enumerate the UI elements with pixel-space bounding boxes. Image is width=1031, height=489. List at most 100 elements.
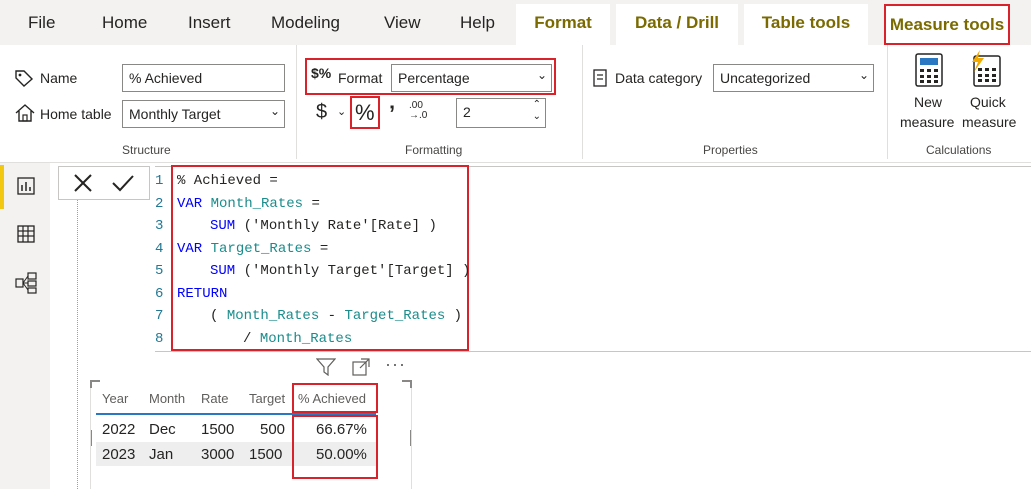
chevron-up-icon[interactable]: ⌃: [533, 99, 541, 110]
cell-target: 1500: [249, 446, 283, 463]
line-number: 4: [155, 240, 164, 257]
variable: Month_Rates: [226, 308, 320, 324]
cell-year: 2022: [102, 421, 136, 438]
chevron-down-icon: ⌄: [269, 104, 280, 118]
chevron-down-icon: ⌄: [858, 68, 869, 82]
code-lines: % Achieved = VAR Month_Rates = SUM ('Mon…: [177, 170, 470, 350]
focus-mode-icon[interactable]: [352, 358, 370, 376]
menu-insert[interactable]: Insert: [188, 0, 231, 45]
code-text: ('Monthly Rate'[Rate] ): [235, 218, 437, 234]
model-view-icon[interactable]: [15, 272, 37, 294]
column-header-month[interactable]: Month: [149, 391, 185, 406]
group-separator: [582, 45, 583, 159]
line-numbers: 1 2 3 4 5 6 7 8: [155, 170, 169, 350]
achieved-values-highlight-box: [292, 415, 378, 479]
code-text: -: [319, 308, 345, 324]
format-select[interactable]: Percentage ⌄: [391, 64, 552, 92]
code-line-7: ( Month_Rates - Target_Rates ): [177, 305, 470, 328]
line-number: 7: [155, 308, 164, 324]
cell-rate: 3000: [201, 446, 235, 463]
group-label-properties: Properties: [703, 143, 758, 157]
new-measure-line2[interactable]: measure: [900, 114, 954, 130]
visual-border: [90, 388, 91, 489]
visual-border: [411, 388, 412, 489]
function: SUM: [210, 218, 236, 234]
code-line-2: VAR Month_Rates =: [177, 193, 470, 216]
comma-style-icon[interactable]: ’: [389, 101, 395, 127]
home-table-select[interactable]: Monthly Target ⌄: [122, 100, 285, 128]
percent-icon[interactable]: %: [355, 100, 375, 126]
keyword: VAR: [177, 240, 203, 257]
currency-icon[interactable]: $: [316, 101, 327, 124]
active-view-indicator: [0, 165, 4, 209]
menu-home[interactable]: Home: [102, 0, 147, 45]
column-header-rate[interactable]: Rate: [201, 391, 228, 406]
left-rail: [0, 163, 50, 489]
code-text: =: [303, 195, 320, 212]
code-text: /: [243, 330, 260, 347]
tag-icon: [15, 70, 34, 87]
group-label-formatting: Formatting: [405, 143, 463, 157]
calculator-icon[interactable]: [914, 52, 944, 88]
canvas-page-border: [77, 188, 78, 489]
code-text: (: [210, 308, 227, 324]
chevron-down-icon[interactable]: ⌄: [337, 105, 346, 118]
data-category-label: Data category: [615, 70, 703, 86]
code-text: ('Monthly Target'[Target] ): [235, 263, 471, 279]
line-number: 5: [155, 263, 164, 279]
variable: Month_Rates: [259, 330, 353, 347]
chevron-down-icon[interactable]: ⌄: [533, 111, 541, 122]
resize-handle[interactable]: [402, 380, 412, 388]
tab-measure-tools[interactable]: Measure tools: [884, 4, 1010, 45]
column-header-year[interactable]: Year: [102, 391, 128, 406]
home-icon: [15, 104, 35, 122]
formula-commit-box: [58, 166, 150, 200]
decimals-stepper[interactable]: 2 ⌃ ⌄: [456, 98, 546, 128]
code-text: =: [311, 240, 329, 257]
menu-bar: File Home Insert Modeling View Help Form…: [0, 0, 1031, 45]
report-view-icon[interactable]: [16, 176, 36, 196]
group-label-calculations: Calculations: [926, 143, 992, 157]
column-header-target[interactable]: Target: [249, 391, 285, 406]
code-line-6: RETURN: [177, 283, 470, 306]
data-category-value: Uncategorized: [720, 70, 811, 86]
more-options-icon[interactable]: ···: [385, 354, 406, 375]
check-icon[interactable]: [111, 173, 135, 193]
cell-month: Dec: [149, 421, 176, 438]
close-icon[interactable]: [73, 173, 93, 193]
menu-help[interactable]: Help: [460, 0, 495, 45]
line-number: 3: [155, 218, 164, 234]
table-view-icon[interactable]: [16, 224, 36, 244]
function: SUM: [210, 263, 236, 279]
chevron-down-icon: ⌄: [536, 68, 547, 82]
variable: Target_Rates: [344, 308, 446, 324]
new-measure-line1[interactable]: New: [914, 94, 942, 110]
data-category-select[interactable]: Uncategorized ⌄: [713, 64, 874, 92]
group-label-structure: Structure: [122, 143, 171, 157]
code-line-1: % Achieved =: [177, 170, 470, 193]
decimal-shift-icon[interactable]: .00 →.0: [409, 101, 427, 121]
format-icon: $%: [311, 65, 332, 81]
quick-measure-line1[interactable]: Quick: [970, 94, 1006, 110]
tab-data-drill[interactable]: Data / Drill: [616, 4, 738, 45]
tab-format[interactable]: Format: [516, 4, 610, 45]
menu-modeling[interactable]: Modeling: [271, 0, 340, 45]
ribbon: Name Home table Monthly Target ⌄ Structu…: [0, 45, 1031, 163]
tab-table-tools[interactable]: Table tools: [744, 4, 868, 45]
name-input[interactable]: [122, 64, 285, 92]
line-number: 1: [155, 173, 164, 189]
line-number: 6: [155, 285, 164, 302]
data-category-icon: [593, 69, 607, 87]
line-number: 2: [155, 195, 164, 212]
menu-view[interactable]: View: [384, 0, 421, 45]
keyword: VAR: [177, 195, 203, 212]
cell-target: 500: [260, 421, 286, 438]
quick-measure-line2[interactable]: measure: [962, 114, 1016, 130]
code-line-5: SUM ('Monthly Target'[Target] ): [177, 260, 470, 283]
quick-measure-icon[interactable]: [968, 50, 1002, 88]
resize-handle[interactable]: [90, 380, 100, 388]
filter-icon[interactable]: [316, 358, 336, 376]
menu-file[interactable]: File: [28, 0, 55, 45]
home-table-label: Home table: [40, 106, 112, 122]
group-separator: [887, 45, 888, 159]
